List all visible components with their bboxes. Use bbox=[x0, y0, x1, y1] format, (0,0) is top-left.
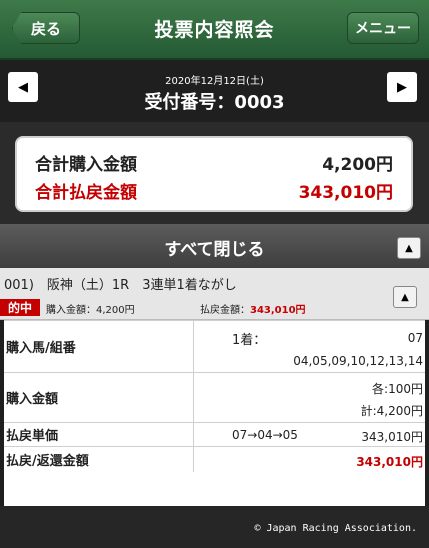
collapse-all-button[interactable]: ▲ bbox=[397, 237, 421, 259]
race-header[interactable]: 001) 阪神（土）1R 3連単1着ながし 的中 購入金額：4,200円 払戻金… bbox=[0, 268, 429, 320]
close-all-bar[interactable]: すべて閉じる ▲ bbox=[0, 224, 429, 268]
bet-detail-table: 購入馬/組番 1着： 07 04,05,09,10,12,13,14 購入金額 … bbox=[4, 320, 425, 473]
total-payout-label: 合計払戻金額 bbox=[35, 183, 137, 203]
other-horses-value: 04,05,09,10,12,13,14 bbox=[293, 354, 423, 368]
race-title: 001) 阪神（土）1R 3連単1着ながし bbox=[4, 278, 237, 293]
total-purchase-row: 合計購入金額 4,200円 bbox=[35, 150, 393, 175]
race-purchase-amount: 購入金額：4,200円 bbox=[46, 305, 135, 316]
horses-label: 購入馬/組番 bbox=[4, 321, 194, 372]
first-place-value: 07 bbox=[407, 331, 423, 345]
summary-card: 合計購入金額 4,200円 合計払戻金額 343,010円 bbox=[15, 136, 413, 212]
receipt-date: 2020年12月12日(土) bbox=[165, 76, 264, 87]
amount-each: 各:100円 bbox=[372, 382, 423, 396]
unit-combination: 07→04→05 bbox=[232, 428, 298, 442]
first-place-label: 1着： bbox=[232, 333, 267, 348]
triangle-up-icon: ▲ bbox=[405, 242, 413, 254]
date-navigation: ◀ 2020年12月12日(土) 受付番号：0003 ▶ bbox=[0, 62, 429, 122]
detail-spacer bbox=[4, 472, 425, 506]
app-header: 戻る 投票内容照会 メニュー bbox=[0, 0, 429, 60]
receipt-number: 受付番号：0003 bbox=[144, 92, 285, 113]
hit-badge: 的中 bbox=[0, 299, 40, 316]
triangle-up-icon: ▲ bbox=[401, 291, 409, 303]
detail-row-horses: 購入馬/組番 1着： 07 04,05,09,10,12,13,14 bbox=[4, 321, 425, 373]
copyright-text: © Japan Racing Association. bbox=[254, 523, 417, 534]
summary-section: 合計購入金額 4,200円 合計払戻金額 343,010円 bbox=[0, 122, 429, 224]
race-payout-prefix: 払戻金額： bbox=[200, 305, 250, 316]
race-payout-amount: 払戻金額：343,010円 bbox=[200, 301, 306, 316]
total-payout-value: 343,010円 bbox=[298, 183, 393, 203]
payout-label: 払戻/返還金額 bbox=[4, 447, 194, 472]
total-payout-row: 合計払戻金額 343,010円 bbox=[35, 178, 393, 203]
payout-value: 343,010円 bbox=[356, 455, 423, 469]
close-all-label: すべて閉じる bbox=[164, 240, 265, 260]
unit-payout-value: 343,010円 bbox=[361, 430, 423, 444]
unit-payout-label: 払戻単価 bbox=[4, 423, 194, 446]
next-receipt-button[interactable]: ▶ bbox=[387, 72, 417, 102]
total-purchase-value: 4,200円 bbox=[322, 155, 393, 175]
menu-button[interactable]: メニュー bbox=[347, 12, 419, 44]
amount-total: 計:4,200円 bbox=[360, 404, 423, 418]
detail-row-unit-payout: 払戻単価 07→04→05 343,010円 bbox=[4, 423, 425, 447]
detail-row-payout: 払戻/返還金額 343,010円 bbox=[4, 447, 425, 473]
amount-label: 購入金額 bbox=[4, 373, 194, 422]
race-payout-value: 343,010円 bbox=[250, 305, 306, 316]
collapse-race-button[interactable]: ▲ bbox=[393, 286, 417, 308]
arrow-right-icon: ▶ bbox=[397, 79, 407, 95]
footer: © Japan Racing Association. bbox=[0, 506, 429, 548]
detail-row-amount: 購入金額 各:100円 計:4,200円 bbox=[4, 373, 425, 423]
total-purchase-label: 合計購入金額 bbox=[35, 155, 137, 175]
